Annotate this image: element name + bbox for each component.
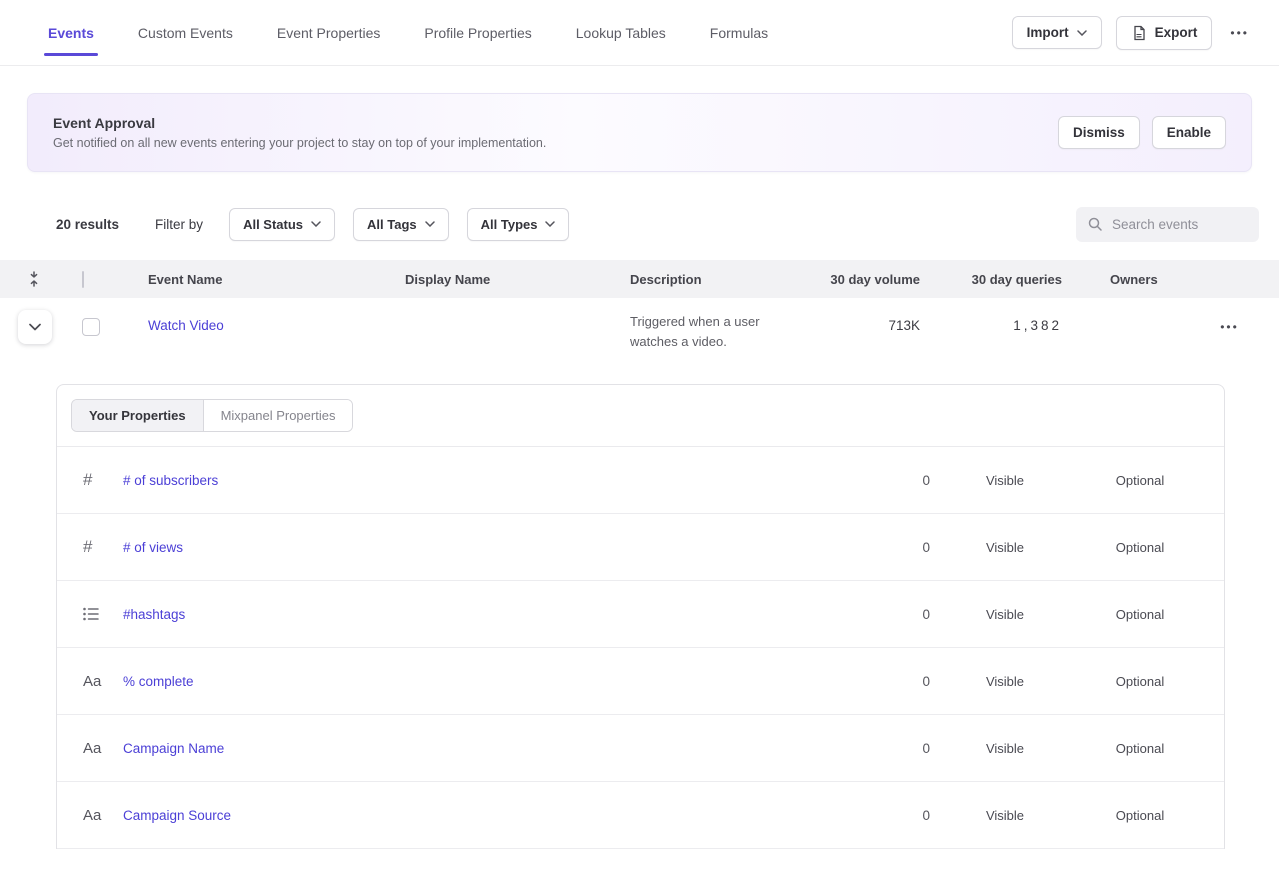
types-filter-label: All Types	[481, 217, 538, 232]
header-30-day-queries[interactable]: 30 day queries	[920, 272, 1062, 287]
property-requirement[interactable]: Optional	[1080, 473, 1200, 488]
event-30-day-queries: 1,382	[920, 310, 1062, 333]
filter-by-label: Filter by	[155, 217, 203, 232]
tab-profile-properties[interactable]: Profile Properties	[424, 0, 531, 65]
text-icon: Aa	[83, 807, 101, 824]
property-name-link[interactable]: Campaign Name	[123, 741, 224, 756]
list-icon	[83, 607, 99, 621]
more-options-icon[interactable]: •••	[1226, 20, 1253, 46]
import-button[interactable]: Import	[1012, 16, 1102, 49]
row-more-options-icon[interactable]: •••	[1216, 314, 1243, 340]
property-visibility[interactable]: Visible	[930, 808, 1080, 823]
results-count: 20 results	[56, 217, 119, 232]
export-button[interactable]: Export	[1116, 16, 1213, 50]
property-count: 0	[870, 473, 930, 488]
banner-subtitle: Get notified on all new events entering …	[53, 136, 546, 150]
properties-list: # # of subscribers 0 Visible Optional # …	[57, 447, 1224, 849]
property-row: Aa Campaign Source 0 Visible Optional	[57, 782, 1224, 849]
header-display-name[interactable]: Display Name	[405, 272, 630, 287]
property-count: 0	[870, 674, 930, 689]
events-table-header: Event Name Display Name Description 30 d…	[0, 260, 1279, 298]
tags-filter-dropdown[interactable]: All Tags	[353, 208, 449, 241]
property-name-link[interactable]: # of subscribers	[123, 473, 218, 488]
property-name-link[interactable]: # of views	[123, 540, 183, 555]
properties-panel: Your Properties Mixpanel Properties # # …	[56, 384, 1225, 849]
status-filter-label: All Status	[243, 217, 303, 232]
properties-tab-group: Your Properties Mixpanel Properties	[71, 399, 353, 432]
header-30-day-volume[interactable]: 30 day volume	[820, 272, 920, 287]
property-name-link[interactable]: #hashtags	[123, 607, 185, 622]
header-description[interactable]: Description	[630, 272, 820, 287]
event-name-link[interactable]: Watch Video	[148, 310, 224, 333]
property-row: #hashtags 0 Visible Optional	[57, 581, 1224, 648]
top-navigation: Events Custom Events Event Properties Pr…	[0, 0, 1279, 66]
property-row: # # of views 0 Visible Optional	[57, 514, 1224, 581]
tab-events[interactable]: Events	[48, 0, 94, 65]
property-visibility[interactable]: Visible	[930, 607, 1080, 622]
property-visibility[interactable]: Visible	[930, 473, 1080, 488]
event-30-day-volume: 713K	[820, 310, 920, 333]
chevron-down-icon	[425, 221, 435, 227]
property-row: Aa % complete 0 Visible Optional	[57, 648, 1224, 715]
property-name-link[interactable]: Campaign Source	[123, 808, 231, 823]
property-requirement[interactable]: Optional	[1080, 674, 1200, 689]
chevron-down-icon	[29, 323, 41, 331]
table-row: Watch Video Triggered when a user watche…	[0, 298, 1279, 374]
tab-lookup-tables[interactable]: Lookup Tables	[576, 0, 666, 65]
import-button-label: Import	[1027, 25, 1069, 40]
property-requirement[interactable]: Optional	[1080, 741, 1200, 756]
select-all-checkbox[interactable]	[82, 271, 84, 288]
text-icon: Aa	[83, 673, 101, 690]
tab-event-properties[interactable]: Event Properties	[277, 0, 381, 65]
property-name-link[interactable]: % complete	[123, 674, 194, 689]
property-visibility[interactable]: Visible	[930, 540, 1080, 555]
lexicon-page: Events Custom Events Event Properties Pr…	[0, 0, 1279, 884]
property-row: # # of subscribers 0 Visible Optional	[57, 447, 1224, 514]
text-icon: Aa	[83, 740, 101, 757]
search-icon	[1087, 216, 1103, 232]
property-visibility[interactable]: Visible	[930, 741, 1080, 756]
filter-row: 20 results Filter by All Status All Tags…	[0, 206, 1279, 242]
tab-mixpanel-properties[interactable]: Mixpanel Properties	[203, 400, 353, 431]
chevron-down-icon	[311, 221, 321, 227]
property-count: 0	[870, 607, 930, 622]
export-csv-icon	[1131, 25, 1147, 41]
collapse-all-icon[interactable]	[27, 271, 41, 287]
chevron-down-icon	[545, 221, 555, 227]
row-checkbox[interactable]	[82, 318, 100, 336]
header-owners[interactable]: Owners	[1062, 272, 1180, 287]
tab-formulas[interactable]: Formulas	[710, 0, 768, 65]
header-event-name[interactable]: Event Name	[148, 272, 405, 287]
number-icon: #	[83, 470, 92, 490]
tab-custom-events[interactable]: Custom Events	[138, 0, 233, 65]
property-requirement[interactable]: Optional	[1080, 607, 1200, 622]
property-requirement[interactable]: Optional	[1080, 540, 1200, 555]
nav-tabs: Events Custom Events Event Properties Pr…	[48, 0, 768, 65]
banner-text: Event Approval Get notified on all new e…	[53, 115, 546, 150]
chevron-down-icon	[1077, 30, 1087, 36]
search-input[interactable]	[1076, 207, 1259, 242]
types-filter-dropdown[interactable]: All Types	[467, 208, 570, 241]
property-visibility[interactable]: Visible	[930, 674, 1080, 689]
event-approval-banner: Event Approval Get notified on all new e…	[27, 93, 1252, 172]
collapse-row-button[interactable]	[18, 310, 52, 344]
status-filter-dropdown[interactable]: All Status	[229, 208, 335, 241]
property-row: Aa Campaign Name 0 Visible Optional	[57, 715, 1224, 782]
dismiss-button[interactable]: Dismiss	[1058, 116, 1140, 149]
banner-title: Event Approval	[53, 115, 546, 131]
tags-filter-label: All Tags	[367, 217, 417, 232]
export-button-label: Export	[1155, 25, 1198, 40]
tab-your-properties[interactable]: Your Properties	[72, 400, 203, 431]
property-count: 0	[870, 741, 930, 756]
event-description: Triggered when a user watches a video.	[630, 310, 805, 352]
enable-button[interactable]: Enable	[1152, 116, 1226, 149]
property-count: 0	[870, 808, 930, 823]
number-icon: #	[83, 537, 92, 557]
property-count: 0	[870, 540, 930, 555]
property-requirement[interactable]: Optional	[1080, 808, 1200, 823]
